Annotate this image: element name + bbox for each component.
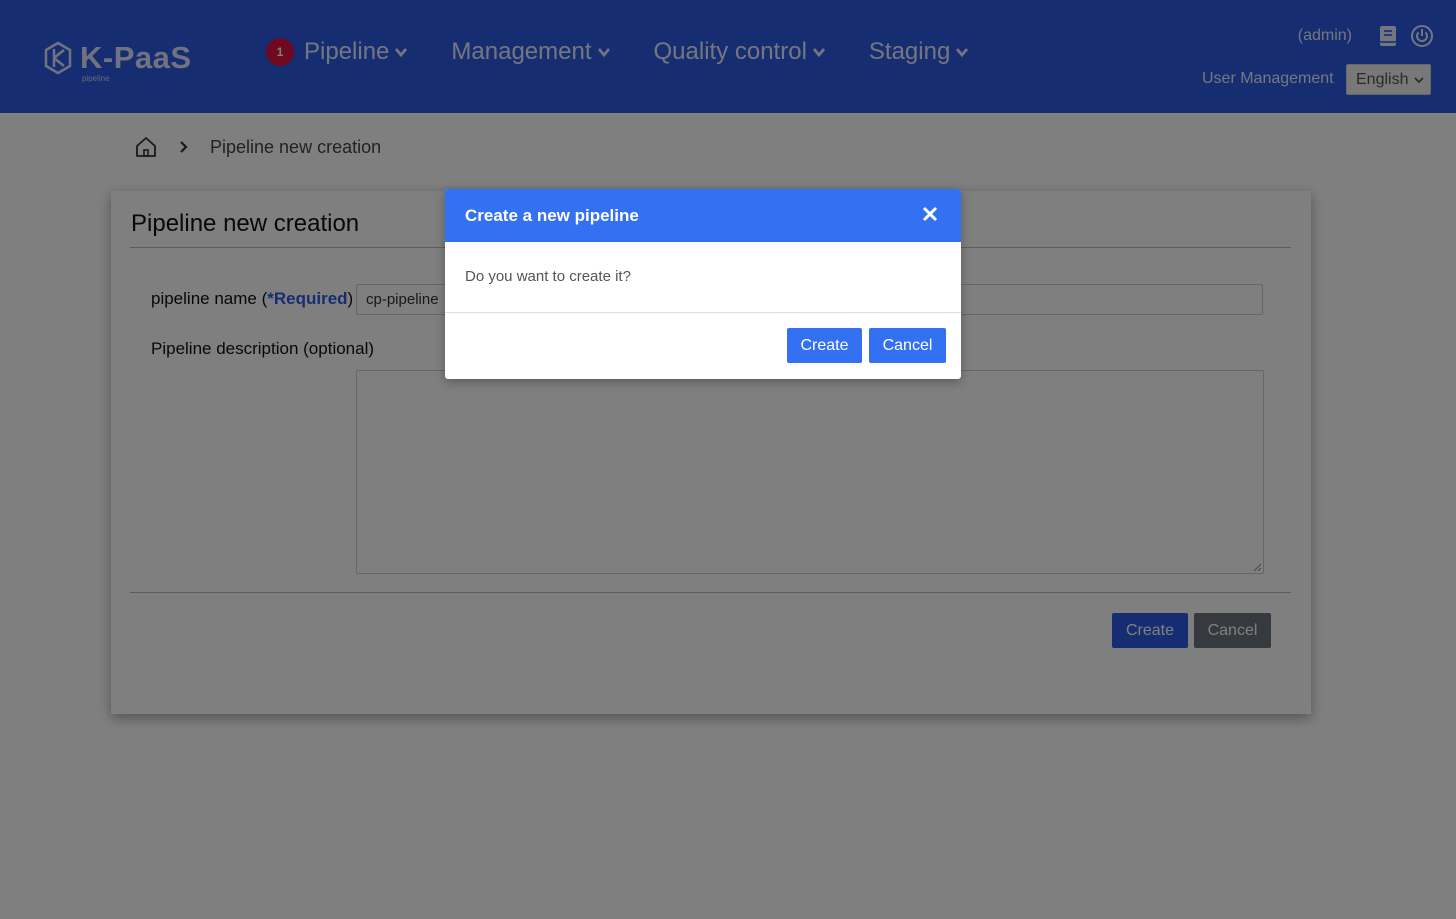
modal-title: Create a new pipeline [465, 206, 639, 225]
modal-backdrop[interactable] [0, 0, 1456, 919]
close-icon[interactable] [921, 205, 939, 223]
modal-message: Do you want to create it? [465, 268, 631, 285]
divider [445, 312, 961, 313]
modal-create-button[interactable]: Create [787, 328, 862, 363]
create-pipeline-modal: Create a new pipeline Do you want to cre… [445, 189, 961, 379]
modal-cancel-button[interactable]: Cancel [869, 328, 946, 363]
modal-header: Create a new pipeline [445, 189, 961, 242]
